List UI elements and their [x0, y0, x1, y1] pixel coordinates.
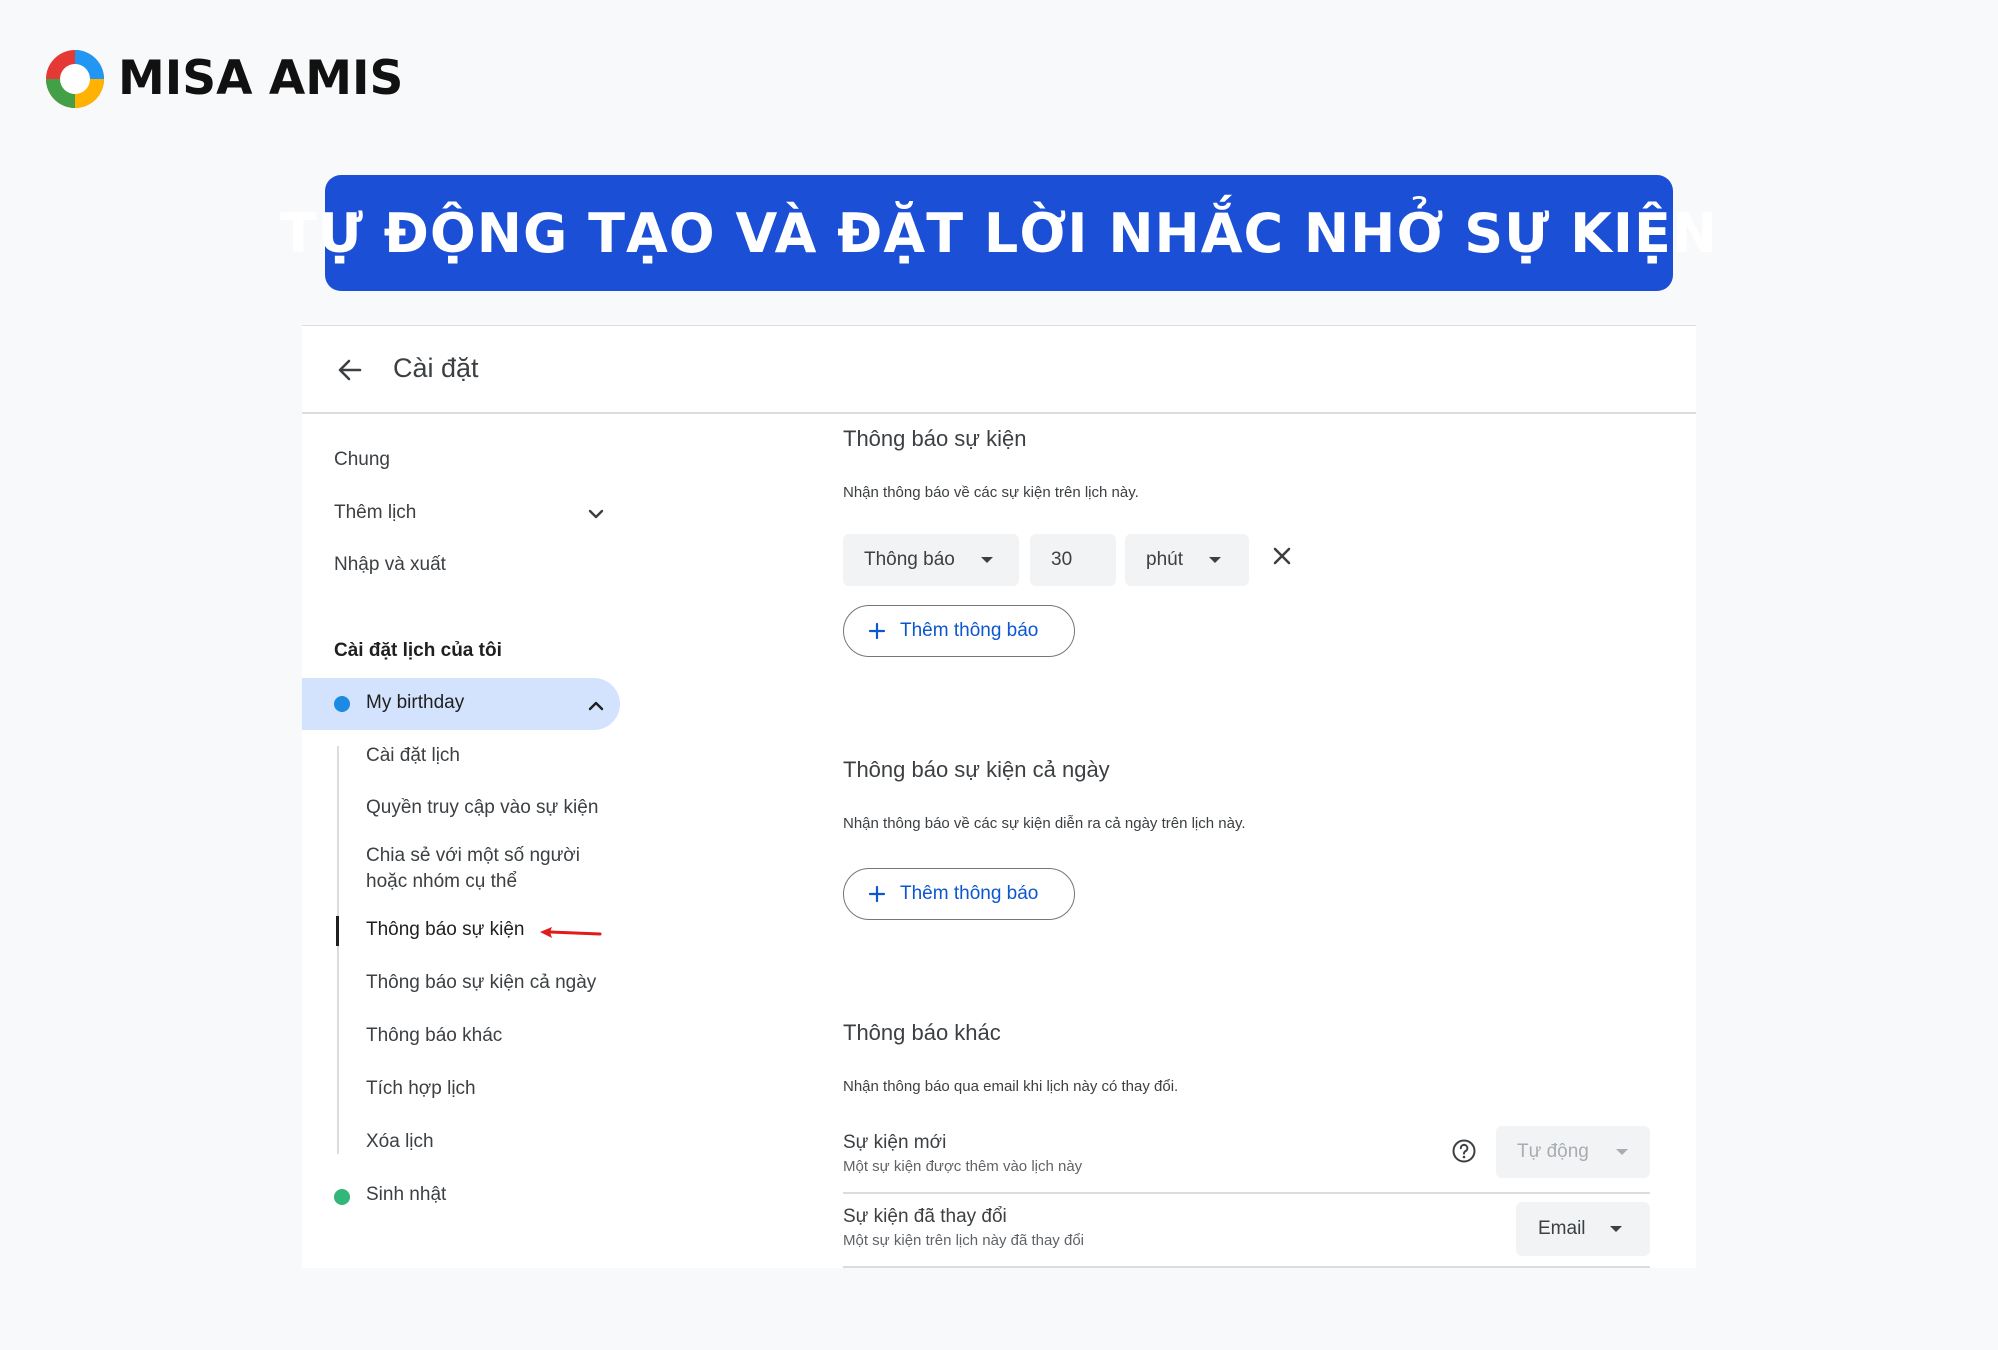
page-title: Cài đặt	[393, 353, 479, 383]
row-divider	[843, 1266, 1650, 1268]
tree-line	[337, 746, 339, 1154]
add-allday-notification-button[interactable]: Thêm thông báo	[843, 868, 1075, 920]
add-notification-button[interactable]: Thêm thông báo	[843, 605, 1075, 657]
sidebar-subitem-calendar-settings[interactable]: Cài đặt lịch	[366, 745, 460, 767]
add-allday-notification-label: Thêm thông báo	[900, 883, 1039, 904]
brand-name: MISA AMIS	[118, 51, 404, 106]
title-banner: TỰ ĐỘNG TẠO VÀ ĐẶT LỜI NHẮC NHỞ SỰ KIỆN	[280, 175, 1717, 291]
row-desc-new-event: Một sự kiện được thêm vào lịch này	[843, 1158, 1083, 1175]
chevron-down-icon[interactable]	[586, 504, 606, 524]
add-notification-label: Thêm thông báo	[900, 620, 1039, 641]
changed-event-value: Email	[1538, 1218, 1586, 1239]
sidebar-subitem-event-notifications[interactable]: Thông báo sự kiện	[366, 919, 525, 941]
section-title-event-notifications: Thông báo sự kiện	[843, 426, 1027, 451]
notification-type-value: Thông báo	[864, 549, 955, 570]
caret-down-icon	[1209, 557, 1221, 563]
sidebar-subitem-other-notifications[interactable]: Thông báo khác	[366, 1025, 502, 1047]
misa-logo-icon	[46, 50, 104, 108]
sidebar-subitem-share[interactable]: Chia sẻ với một số người	[366, 845, 580, 867]
sidebar-subitem-event-access[interactable]: Quyền truy cập vào sự kiện	[366, 797, 598, 819]
new-event-select[interactable]: Tự động	[1496, 1126, 1650, 1178]
notification-unit-value: phút	[1146, 549, 1183, 570]
close-icon[interactable]	[1271, 545, 1293, 567]
arrow-left-icon[interactable]	[336, 356, 364, 384]
section-subtitle: Nhận thông báo về các sự kiện trên lịch …	[843, 484, 1139, 501]
sidebar-item-add-calendar[interactable]: Thêm lịch	[334, 502, 416, 524]
notification-amount-input[interactable]: 30	[1030, 534, 1116, 586]
row-title-new-event: Sự kiện mới	[843, 1132, 947, 1153]
caret-down-icon	[1616, 1149, 1628, 1155]
section-subtitle: Nhận thông báo qua email khi lịch này có…	[843, 1078, 1179, 1095]
changed-event-select[interactable]: Email	[1516, 1202, 1650, 1256]
notification-type-select[interactable]: Thông báo	[843, 534, 1019, 586]
notification-amount-value: 30	[1051, 549, 1073, 570]
caret-down-icon	[1610, 1226, 1622, 1232]
sidebar-item-import-export[interactable]: Nhập và xuất	[334, 554, 446, 576]
plus-icon	[868, 885, 886, 903]
sidebar-item-sinh-nhat[interactable]: Sinh nhật	[366, 1184, 446, 1206]
section-title-allday-notifications: Thông báo sự kiện cả ngày	[843, 757, 1110, 782]
settings-header: Cài đặt	[302, 326, 1696, 414]
new-event-value: Tự động	[1517, 1141, 1589, 1162]
help-icon[interactable]	[1451, 1138, 1477, 1164]
calendar-color-dot	[334, 1189, 350, 1205]
sidebar-subitem-share-line2[interactable]: hoặc nhóm cụ thể	[366, 871, 517, 893]
section-title-other-notifications: Thông báo khác	[843, 1020, 1001, 1045]
calendar-label-my-birthday: My birthday	[366, 692, 465, 713]
brand-logo: MISA AMIS	[44, 48, 403, 110]
notification-unit-select[interactable]: phút	[1125, 534, 1249, 586]
settings-panel: Cài đặt Chung Thêm lịch Nhập và xuất Cài…	[302, 325, 1696, 1268]
row-divider	[843, 1192, 1650, 1194]
plus-icon	[868, 622, 886, 640]
red-arrow-annotation	[540, 927, 602, 938]
chevron-up-icon[interactable]	[586, 696, 606, 716]
section-subtitle: Nhận thông báo về các sự kiện diễn ra cả…	[843, 815, 1246, 832]
calendar-color-dot	[334, 696, 350, 712]
sidebar-subitem-allday-notifications[interactable]: Thông báo sự kiện cả ngày	[366, 972, 596, 994]
sidebar-subitem-delete[interactable]: Xóa lịch	[366, 1131, 434, 1153]
sidebar-item-general[interactable]: Chung	[334, 449, 390, 471]
sidebar-subitem-integrate[interactable]: Tích hợp lịch	[366, 1078, 476, 1100]
caret-down-icon	[981, 557, 993, 563]
row-desc-changed-event: Một sự kiện trên lịch này đã thay đổi	[843, 1232, 1084, 1249]
sidebar-section-heading: Cài đặt lịch của tôi	[334, 640, 502, 661]
banner-title: TỰ ĐỘNG TẠO VÀ ĐẶT LỜI NHẮC NHỞ SỰ KIỆN	[279, 201, 1719, 265]
active-indicator	[336, 916, 339, 946]
row-title-changed-event: Sự kiện đã thay đổi	[843, 1206, 1007, 1227]
